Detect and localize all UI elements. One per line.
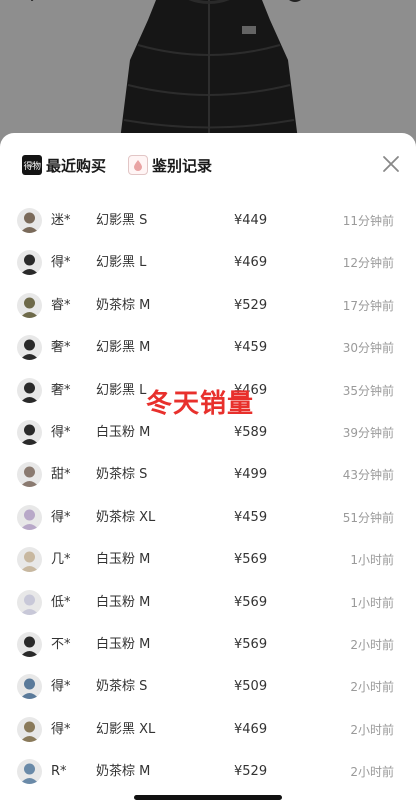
buyer-name: 奢* [51,382,71,398]
purchase-row: 得* 奶茶棕 S ¥509 2小时前 [0,666,416,708]
buyer-avatar [17,208,42,233]
tab-appraisal-records-label: 鉴别记录 [152,156,213,175]
purchase-row: 得* 幻影黑 L ¥469 12分钟前 [0,242,416,284]
purchase-row: 低* 白玉粉 M ¥569 1小时前 [0,582,416,624]
time-ago: 43分钟前 [342,468,394,483]
purchase-list: 迷* 幻影黑 S ¥449 11分钟前得* 幻影黑 L ¥469 12分钟前睿* 奶茶棕 M ¥… [0,200,416,793]
time-ago: 2小时前 [350,680,394,695]
variant-label: 白玉粉 M [96,552,151,568]
time-ago: 11分钟前 [342,214,394,228]
price-label: ¥499 [234,467,268,483]
buyer-avatar [17,250,42,276]
variant-label: 奶茶棕 M [96,764,151,780]
price-label: ¥449 [234,213,268,228]
back-icon[interactable] [28,0,44,6]
buyer-avatar [17,335,42,361]
price-label: ¥529 [234,764,268,780]
price-label: ¥469 [234,255,268,271]
puffer-jacket-image [120,0,298,140]
time-ago: 1小时前 [350,595,394,610]
tab-recent-purchases-label: 最近购买 [46,156,107,175]
variant-label: 幻影黑 XL [96,721,156,737]
price-label: ¥529 [234,297,268,313]
share-icon[interactable] [284,0,306,8]
variant-label: 奶茶棕 S [96,679,148,695]
buyer-name: R* [51,764,67,780]
variant-label: 幻影黑 L [96,382,147,398]
variant-label: 奶茶棕 S [96,467,148,483]
buyer-name: 甜* [51,467,71,483]
time-ago: 35分钟前 [342,383,394,398]
buyer-avatar [17,589,42,615]
price-label: ¥469 [234,721,268,737]
price-label: ¥459 [234,509,268,525]
time-ago: 2小时前 [350,637,394,652]
time-ago: 1小时前 [350,553,394,568]
time-ago: 2小时前 [350,722,394,737]
time-ago: 2小时前 [350,765,394,780]
buyer-name: 低* [51,594,71,610]
variant-label: 白玉粉 M [96,594,151,610]
buyer-avatar [17,377,42,403]
buyer-avatar [17,504,42,530]
variant-label: 白玉粉 M [96,636,151,652]
buyer-avatar [17,716,42,742]
overlay-caption: 冬天销量 [146,389,255,419]
buyer-name: 得* [51,679,71,695]
purchase-history-screen: 得物 最近购买 鉴别记录 迷* 幻影黑 S ¥449 11分钟前得* 幻影黑 L ¥469… [0,0,416,800]
variant-label: 奶茶棕 XL [96,509,156,525]
tab-appraisal-records[interactable]: 鉴别记录 [128,153,212,177]
time-ago: 39分钟前 [342,425,394,440]
purchase-records-sheet: 得物 最近购买 鉴别记录 迷* 幻影黑 S ¥449 11分钟前得* 幻影黑 L ¥469… [0,133,416,800]
price-label: ¥569 [234,636,268,652]
variant-label: 白玉粉 M [96,424,151,440]
time-ago: 30分钟前 [342,341,394,356]
purchase-row: 不* 白玉粉 M ¥569 2小时前 [0,624,416,666]
purchase-row: 得* 幻影黑 XL ¥469 2小时前 [0,709,416,751]
time-ago: 17分钟前 [342,298,394,313]
buyer-name: 得* [51,509,71,525]
purchase-row: 睿* 奶茶棕 M ¥529 17分钟前 [0,285,416,327]
purchase-row: R* 奶茶棕 M ¥529 2小时前 [0,751,416,793]
buyer-name: 得* [51,721,71,737]
buyer-name: 迷* [51,213,71,228]
time-ago: 12分钟前 [342,256,394,271]
buyer-name: 奢* [51,340,71,356]
price-label: ¥459 [234,340,268,356]
price-label: ¥569 [234,594,268,610]
close-icon[interactable] [381,154,401,174]
price-label: ¥569 [234,552,268,568]
variant-label: 幻影黑 L [96,255,147,271]
purchase-row: 迷* 幻影黑 S ¥449 11分钟前 [0,200,416,242]
buyer-name: 不* [51,636,71,652]
purchase-row: 得* 奶茶棕 XL ¥459 51分钟前 [0,497,416,539]
buyer-avatar [17,419,42,445]
variant-label: 幻影黑 S [96,213,148,228]
buyer-name: 睿* [51,297,71,313]
buyer-avatar [17,292,42,318]
home-indicator[interactable] [134,795,282,800]
purchase-row: 几* 白玉粉 M ¥569 1小时前 [0,539,416,581]
buyer-avatar [17,462,42,488]
buyer-avatar [17,759,42,785]
purchase-row: 甜* 奶茶棕 S ¥499 43分钟前 [0,454,416,496]
purchase-row: 奢* 幻影黑 M ¥459 30分钟前 [0,327,416,369]
buyer-avatar [17,631,42,657]
product-image-backdrop [0,0,416,150]
buyer-avatar [17,547,42,573]
sheet-tabs: 得物 最近购买 鉴别记录 [0,133,416,193]
buyer-name: 得* [51,424,71,440]
variant-label: 奶茶棕 M [96,297,151,313]
buyer-name: 几* [51,552,71,568]
price-label: ¥509 [234,679,268,695]
tab-recent-purchases[interactable]: 得物 最近购买 [22,153,106,177]
drop-icon [128,155,148,175]
dewu-logo-icon: 得物 [22,155,42,175]
time-ago: 51分钟前 [342,510,394,525]
buyer-name: 得* [51,255,71,271]
variant-label: 幻影黑 M [96,340,151,356]
buyer-avatar [17,674,42,700]
